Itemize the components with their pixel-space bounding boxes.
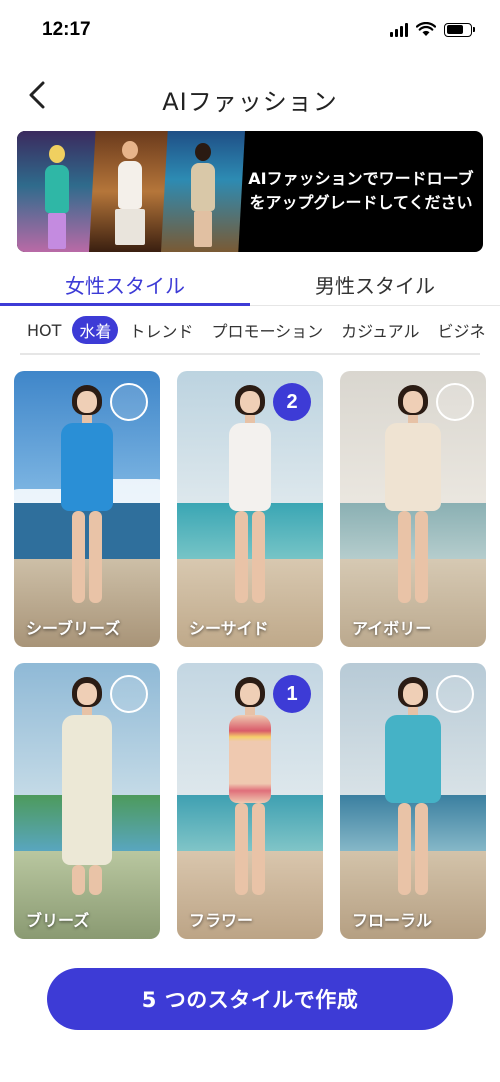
- style-card[interactable]: アイボリー: [340, 371, 486, 647]
- category-promotion[interactable]: プロモーション: [204, 316, 330, 344]
- banner-text: AIファッションでワードローブ をアップグレードしてください: [243, 167, 479, 215]
- model-image: [215, 677, 285, 907]
- style-label: フラワー: [189, 911, 254, 930]
- header: AIファッション: [0, 66, 500, 126]
- style-label: アイボリー: [352, 619, 432, 638]
- banner-image: [161, 131, 245, 252]
- style-label: シーブリーズ: [26, 619, 121, 638]
- tab-female-style[interactable]: 女性スタイル: [0, 258, 250, 306]
- model-image: [378, 677, 448, 907]
- category-divider: [20, 353, 480, 355]
- select-circle[interactable]: [436, 675, 474, 713]
- select-circle[interactable]: [436, 383, 474, 421]
- style-card[interactable]: ブリーズ: [14, 663, 160, 939]
- model-image: [52, 677, 122, 907]
- selection-order-badge[interactable]: 1: [273, 675, 311, 713]
- status-icons: [390, 22, 475, 37]
- banner-line-1: AIファッションでワードローブ: [248, 169, 474, 188]
- status-time: 12:17: [42, 19, 91, 40]
- category-trend[interactable]: トレンド: [122, 316, 200, 344]
- select-circle[interactable]: [110, 383, 148, 421]
- style-card[interactable]: 1 フラワー: [177, 663, 323, 939]
- style-label: ブリーズ: [26, 911, 90, 930]
- banner-line-2: をアップグレードしてください: [249, 193, 473, 212]
- cellular-signal-icon: [390, 22, 408, 37]
- style-label: フローラル: [352, 911, 433, 930]
- category-hot[interactable]: HOT: [20, 319, 68, 342]
- gender-tabs: 女性スタイル 男性スタイル: [0, 258, 500, 306]
- style-card[interactable]: フローラル: [340, 663, 486, 939]
- category-bar: HOT 水着 トレンド プロモーション カジュアル ビジネ: [0, 312, 500, 346]
- select-circle[interactable]: [110, 675, 148, 713]
- style-label: シーサイド: [189, 619, 269, 638]
- create-button[interactable]: 5 つのスタイルで作成: [47, 968, 453, 1030]
- wifi-icon: [416, 22, 436, 36]
- style-card[interactable]: シーブリーズ: [14, 371, 160, 647]
- model-image: [52, 385, 122, 615]
- banner-image: [17, 131, 97, 252]
- style-card[interactable]: 2 シーサイド: [177, 371, 323, 647]
- promo-banner[interactable]: AIファッションでワードローブ をアップグレードしてください: [17, 131, 483, 252]
- status-bar: 12:17: [0, 0, 500, 62]
- model-image: [215, 385, 285, 615]
- model-image: [378, 385, 448, 615]
- category-swimwear[interactable]: 水着: [72, 316, 119, 344]
- tab-male-style[interactable]: 男性スタイル: [250, 258, 500, 305]
- battery-icon: [444, 22, 475, 37]
- selection-order-badge[interactable]: 2: [273, 383, 311, 421]
- category-casual[interactable]: カジュアル: [334, 316, 426, 344]
- category-business[interactable]: ビジネ: [431, 316, 493, 344]
- banner-image: [89, 131, 171, 252]
- page-title: AIファッション: [162, 88, 338, 116]
